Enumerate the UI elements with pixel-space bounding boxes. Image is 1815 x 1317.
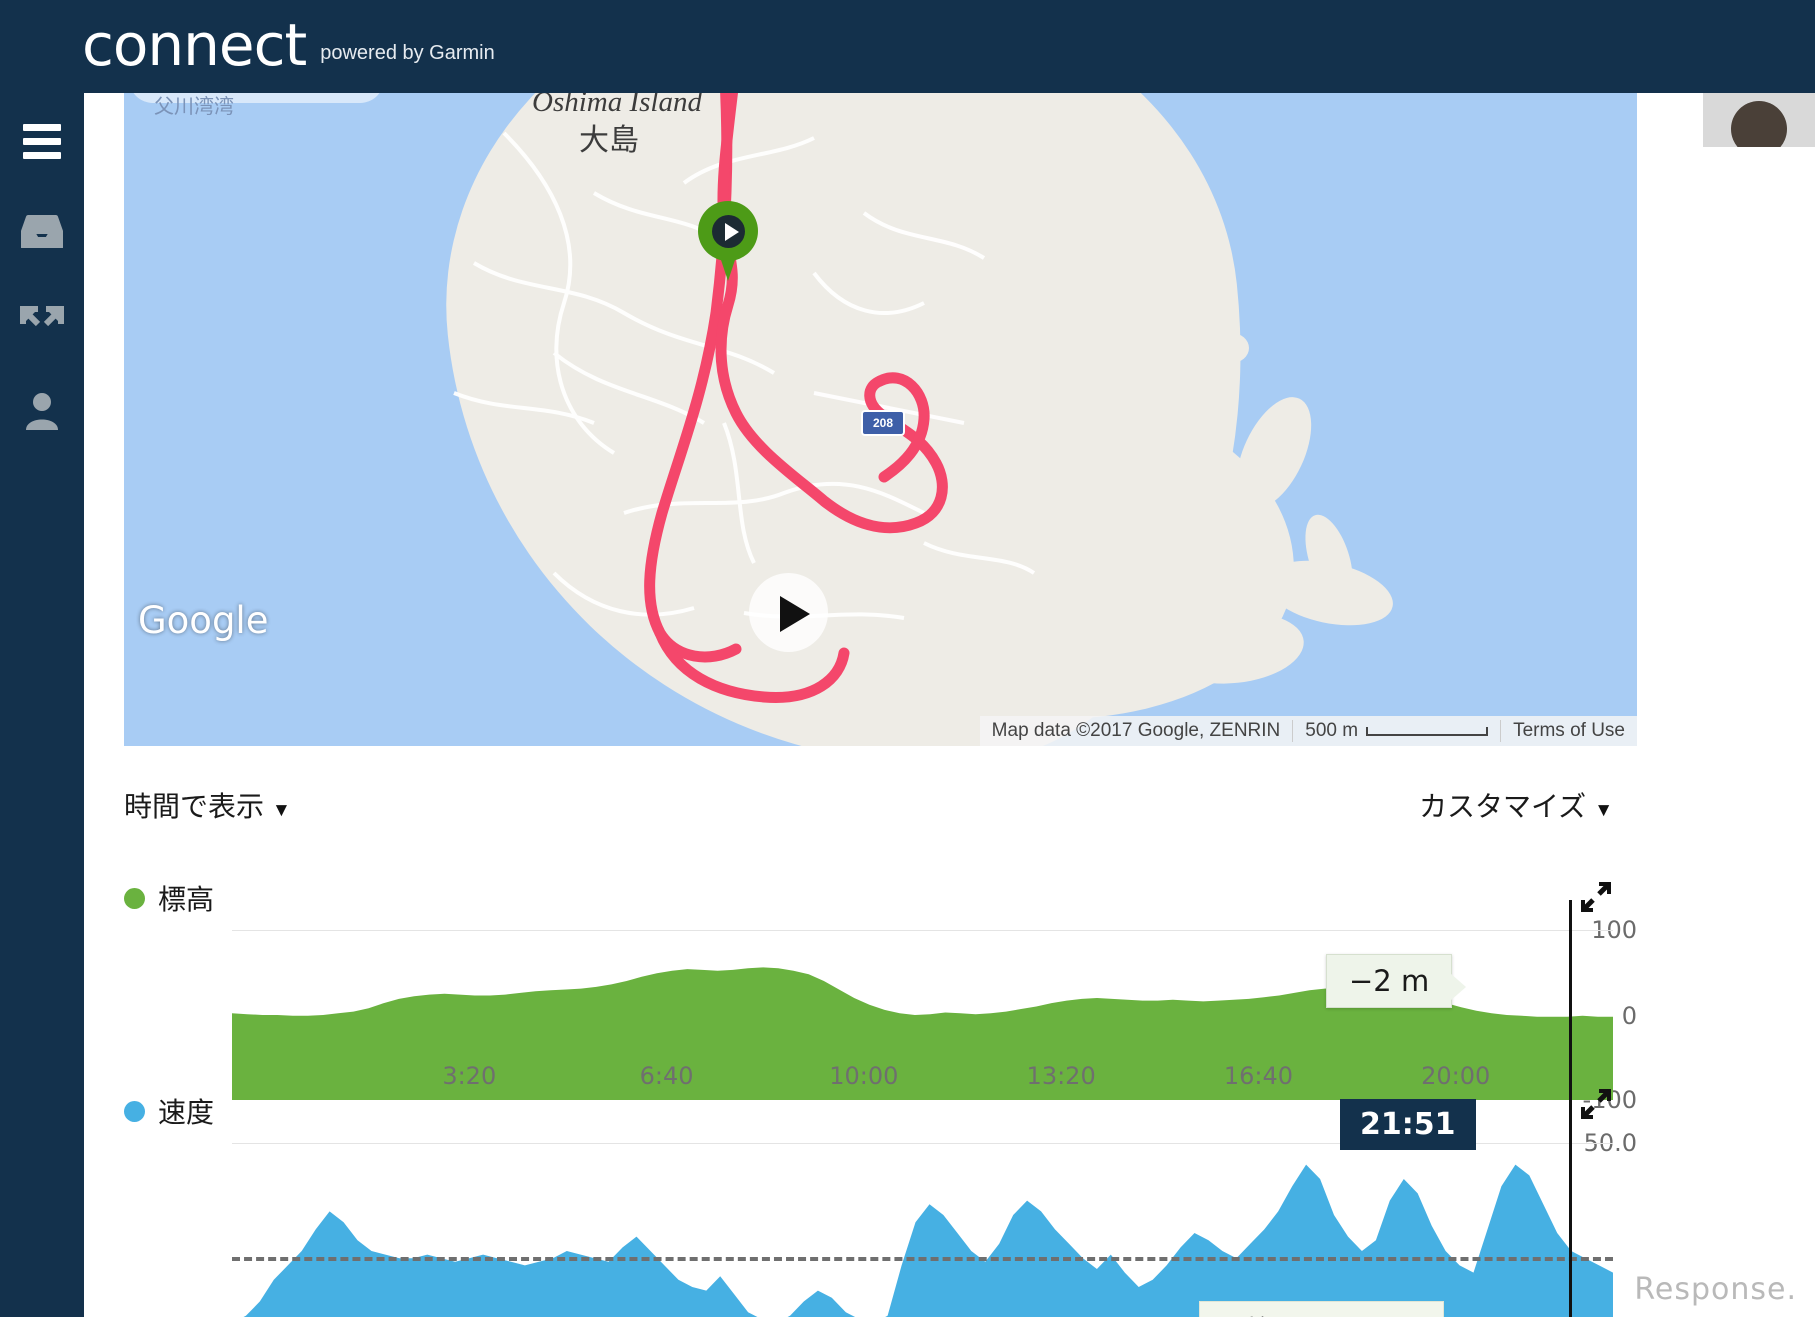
terms-of-use-link[interactable]: Terms of Use: [1500, 720, 1637, 742]
scale-bar-icon: [1366, 726, 1489, 736]
x-tick-label: 20:00: [1421, 1062, 1491, 1090]
sidebar-item-profile[interactable]: [0, 375, 84, 447]
speed-plot[interactable]: 50.0 21:51 平均：20.2 kph: [124, 1095, 1637, 1317]
play-marker[interactable]: [749, 573, 828, 652]
cursor-time-badge: 21:51: [1340, 1099, 1476, 1150]
x-axis-mode-dropdown[interactable]: 時間で表示 ▼: [124, 785, 291, 825]
speed-chart: 速度 50.0 21:51 平均：20.2 kph: [124, 1089, 1637, 1317]
sidebar-item-inbox[interactable]: [0, 195, 84, 267]
x-tick-label: 13:20: [1026, 1062, 1096, 1090]
x-axis-mode-label: 時間で表示: [124, 791, 265, 822]
elevation-plot[interactable]: 100 0 -100 3:20 6:40 10:00 13:20 16:40 20:00 …: [124, 900, 1637, 1114]
play-icon: [725, 223, 739, 241]
legend-color-dot: [124, 887, 145, 909]
map-scale-label: 500 m: [1305, 720, 1359, 741]
average-label: 平均：20.2 kph: [1199, 1301, 1444, 1317]
highway-shield: 208: [861, 410, 905, 436]
speed-legend-label: 速度: [158, 1097, 215, 1128]
avatar-image: [1731, 101, 1787, 147]
google-watermark: Google: [138, 599, 269, 642]
activity-map[interactable]: 父川湾湾 Oshima Island 大島 208 Google Map dat…: [124, 93, 1637, 746]
map-label-island-jp: 大島: [579, 123, 639, 158]
customize-label: カスタマイズ: [1419, 791, 1587, 822]
avatar[interactable]: [1703, 93, 1815, 147]
expand-icon[interactable]: [1579, 1087, 1613, 1121]
sidebar-item-menu[interactable]: [0, 105, 84, 177]
elevation-legend: 標高: [124, 880, 1637, 916]
elevation-legend-label: 標高: [158, 884, 215, 915]
brand-logo: connect: [82, 11, 307, 79]
customize-dropdown[interactable]: カスタマイズ ▼: [1419, 785, 1613, 825]
left-rail: [0, 0, 84, 1317]
map-data-attribution: Map data ©2017 Google, ZENRIN: [991, 720, 1281, 741]
map-label-bay: 父川湾湾: [154, 94, 234, 118]
chevron-down-icon: ▼: [1594, 800, 1613, 821]
brand[interactable]: connect powered by Garmin: [82, 16, 495, 74]
x-tick-label: 10:00: [829, 1062, 899, 1090]
play-icon: [780, 596, 810, 632]
elevation-chart: 標高 100 0 -100 3:20 6:40 10:00 13:20 16:40 20:…: [124, 880, 1637, 1114]
x-tick-label: 6:40: [639, 1062, 694, 1090]
sidebar-item-connections[interactable]: [0, 285, 84, 357]
top-bar: connect powered by Garmin: [0, 0, 1815, 93]
map-scale: 500 m: [1292, 720, 1500, 742]
map-attribution-bar: Map data ©2017 Google, ZENRIN 500 m Term…: [979, 716, 1637, 746]
chart-cursor-line[interactable]: [1569, 1095, 1572, 1317]
expand-icon[interactable]: [1579, 880, 1613, 914]
x-tick-label: 16:40: [1223, 1062, 1294, 1090]
average-line: [232, 1257, 1613, 1261]
chevron-down-icon: ▼: [272, 800, 291, 821]
connections-arrows-icon: [20, 306, 64, 327]
legend-color-dot: [124, 1100, 145, 1122]
brand-tagline: powered by Garmin: [320, 42, 495, 64]
inbox-icon: [21, 215, 63, 248]
response-watermark: Response.: [1634, 1272, 1797, 1307]
page-root: connect powered by Garmin 父川湾湾 Oshima Is…: [0, 0, 1815, 1317]
x-tick-label: 3:20: [442, 1062, 497, 1090]
chart-cursor-line[interactable]: [1569, 900, 1572, 1098]
elevation-tooltip: −2 m: [1326, 954, 1467, 1008]
chart-controls: 時間で表示 ▼ カスタマイズ ▼: [124, 785, 1637, 833]
person-icon: [26, 393, 58, 430]
start-map-pin[interactable]: [698, 201, 758, 281]
speed-area-series: [243, 1164, 1613, 1317]
hamburger-icon: [23, 123, 61, 159]
